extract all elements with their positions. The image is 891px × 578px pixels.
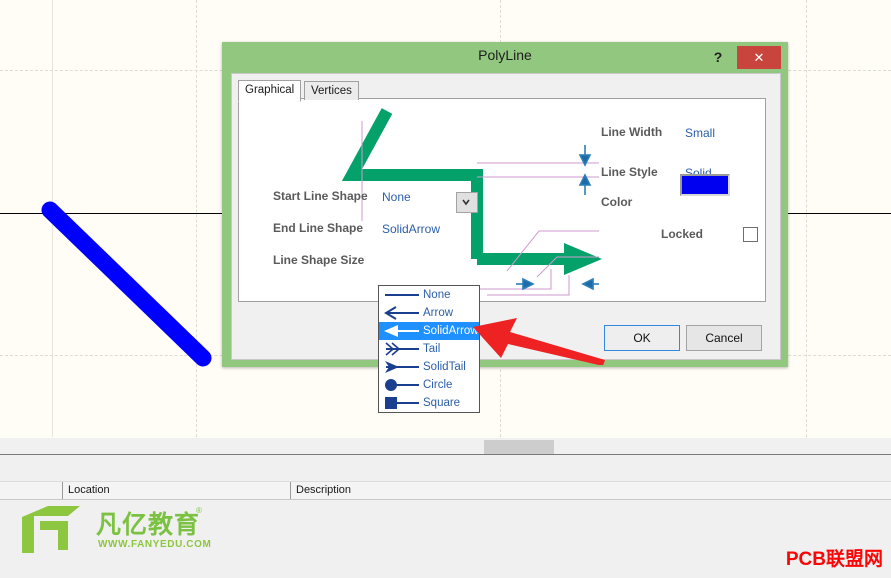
dropdown-option-none[interactable]: None xyxy=(379,286,479,304)
polyline-dialog: PolyLine ? ✕ Graphical Vertices Start Li… xyxy=(222,42,788,367)
dropdown-option-label: Circle xyxy=(423,379,453,391)
dropdown-option-label: None xyxy=(423,289,451,301)
circle-icon xyxy=(382,376,422,394)
dialog-title: PolyLine xyxy=(478,47,532,63)
value-start-line-shape[interactable]: None xyxy=(382,190,411,204)
dropdown-option-label: SolidArrow xyxy=(423,325,479,337)
dropdown-option-label: Tail xyxy=(423,343,441,355)
dialog-body: Graphical Vertices Start Line Shape None… xyxy=(231,73,781,360)
dropdown-option-label: Square xyxy=(423,397,461,409)
chevron-down-icon[interactable] xyxy=(456,192,478,213)
dropdown-option-square[interactable]: Square xyxy=(379,394,479,412)
square-icon xyxy=(382,394,422,412)
list-header-row: Location Description xyxy=(0,481,891,500)
label-line-shape-size: Line Shape Size xyxy=(273,253,365,267)
end-line-shape-dropdown-list[interactable]: None Arrow SolidArrow Tail SolidTail Circle Sq… xyxy=(378,285,480,413)
locked-checkbox[interactable] xyxy=(743,227,758,242)
logo-text: 凡亿教育 xyxy=(96,511,201,539)
value-end-line-shape[interactable]: SolidArrow xyxy=(382,222,440,236)
dropdown-option-label: SolidTail xyxy=(423,361,466,373)
dropdown-option-solidarrow[interactable]: SolidArrow xyxy=(379,322,479,340)
color-swatch[interactable] xyxy=(680,174,730,196)
ok-button[interactable]: OK xyxy=(604,325,680,351)
solid-arrow-icon xyxy=(382,322,422,340)
horizontal-scrollbar[interactable] xyxy=(0,437,891,455)
logo-url: WWW.FANYEDU.COM xyxy=(98,539,212,550)
scrollbar-thumb[interactable] xyxy=(484,440,554,454)
cancel-button[interactable]: Cancel xyxy=(686,325,762,351)
graphical-tab-panel: Start Line Shape None End Line Shape Sol… xyxy=(238,98,766,302)
label-line-width: Line Width xyxy=(601,125,663,139)
close-icon[interactable]: ✕ xyxy=(737,46,781,69)
column-header-location[interactable]: Location xyxy=(62,482,290,499)
plain-line-icon xyxy=(382,286,422,304)
label-color: Color xyxy=(601,195,633,209)
help-icon[interactable]: ? xyxy=(708,48,728,67)
dropdown-option-label: Arrow xyxy=(423,307,454,319)
open-arrow-icon xyxy=(382,304,422,322)
tail-icon xyxy=(382,340,422,358)
solid-tail-icon xyxy=(382,358,422,376)
logo-mark-icon xyxy=(22,506,80,553)
dialog-titlebar[interactable]: PolyLine ? ✕ xyxy=(222,42,788,73)
label-locked: Locked xyxy=(661,227,704,241)
dropdown-option-circle[interactable]: Circle xyxy=(379,376,479,394)
fanyedu-logo-watermark: 凡亿教育 ® WWW.FANYEDU.COM xyxy=(18,503,213,559)
pcb-corner-watermark: PCB联盟网 xyxy=(785,549,883,570)
label-start-line-shape: Start Line Shape xyxy=(273,189,368,203)
label-line-style: Line Style xyxy=(601,165,658,179)
label-end-line-shape: End Line Shape xyxy=(273,221,364,235)
blue-polyline-object[interactable] xyxy=(40,200,215,370)
column-header-description[interactable]: Description xyxy=(290,482,891,499)
value-line-width[interactable]: Small xyxy=(685,126,715,140)
guide-vertical-dashed-3 xyxy=(806,0,807,437)
dropdown-option-arrow[interactable]: Arrow xyxy=(379,304,479,322)
dropdown-option-tail[interactable]: Tail xyxy=(379,340,479,358)
tab-vertices[interactable]: Vertices xyxy=(304,81,359,100)
dropdown-option-solidtail[interactable]: SolidTail xyxy=(379,358,479,376)
logo-registered: ® xyxy=(196,506,202,515)
tab-graphical[interactable]: Graphical xyxy=(238,80,302,102)
